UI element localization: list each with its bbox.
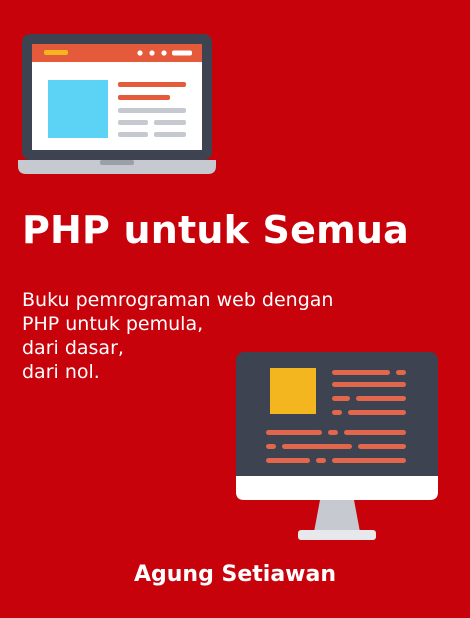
book-cover: PHP untuk Semua Buku pemrograman web den… [0,0,470,618]
desktop-monitor-icon [236,352,438,540]
subtitle-line: Buku pemrograman web dengan [22,289,334,311]
subtitle-line: PHP untuk pemula, [22,313,204,335]
book-author: Agung Setiawan [133,562,336,587]
book-title: PHP untuk Semua [22,208,409,252]
laptop-icon [18,34,216,174]
